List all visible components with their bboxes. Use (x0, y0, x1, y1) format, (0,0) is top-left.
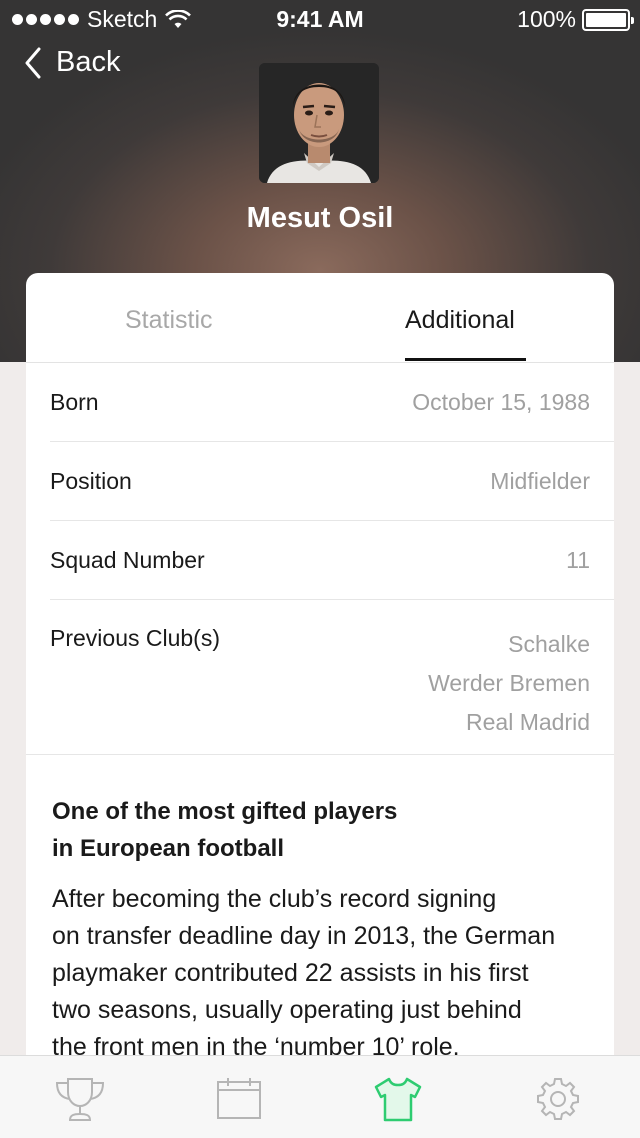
tab-additional[interactable]: Additional (405, 306, 515, 335)
previous-club: Real Madrid (466, 709, 590, 735)
position-value: Midfielder (490, 468, 590, 494)
segmented-tabs: Statistic Additional (26, 273, 614, 363)
tab-bar-trophy[interactable] (54, 1076, 106, 1122)
previous-club: Werder Bremen (428, 670, 590, 696)
bio-body-line: playmaker contributed 22 assists in his … (52, 959, 529, 987)
back-label: Back (56, 46, 121, 78)
shirt-icon (374, 1077, 422, 1122)
tab-statistic[interactable]: Statistic (125, 306, 213, 335)
born-label: Born (50, 389, 99, 415)
tab-bar-calendar[interactable] (213, 1076, 265, 1122)
bio-headline: One of the most gifted players in Europe… (52, 793, 590, 867)
detail-row-previous-clubs: Previous Club(s) Schalke Werder Bremen R… (26, 600, 614, 755)
bio-headline-line: One of the most gifted players (52, 798, 398, 825)
player-bio: One of the most gifted players in Europe… (26, 755, 614, 1066)
back-button[interactable]: Back (24, 46, 120, 79)
battery-icon (582, 8, 634, 31)
trophy-icon (55, 1078, 105, 1121)
squad-number-value: 11 (566, 547, 590, 573)
bio-body-line: two seasons, usually operating just behi… (52, 996, 522, 1024)
status-bar: Sketch 9:41 AM 100% (0, 0, 640, 40)
detail-row-born: Born October 15, 1988 (50, 363, 614, 442)
active-tab-indicator (405, 358, 526, 361)
tab-bar-settings[interactable] (532, 1076, 584, 1122)
calendar-icon (217, 1078, 261, 1119)
born-value: October 15, 1988 (412, 389, 590, 415)
player-name: Mesut Osil (246, 202, 394, 234)
squad-number-label: Squad Number (50, 547, 205, 573)
bio-headline-line: in European football (52, 835, 284, 862)
bio-body-line: After becoming the club’s record signing (52, 885, 497, 913)
previous-club: Schalke (508, 631, 590, 657)
previous-clubs-list: Schalke Werder Bremen Real Madrid (428, 625, 590, 742)
detail-row-squad-number: Squad Number 11 (50, 521, 614, 600)
bio-body: After becoming the club’s record signing… (52, 881, 590, 1066)
gear-icon (537, 1078, 579, 1120)
battery-percentage: 100% (517, 6, 576, 32)
bottom-tab-bar (0, 1055, 640, 1138)
position-label: Position (50, 468, 132, 494)
player-avatar (259, 63, 379, 183)
detail-row-position: Position Midfielder (50, 442, 614, 521)
bio-body-line: on transfer deadline day in 2013, the Ge… (52, 922, 556, 950)
tab-bar-squad[interactable] (372, 1076, 424, 1122)
player-details-card: Statistic Additional Born October 15, 19… (26, 273, 614, 1133)
previous-clubs-label: Previous Club(s) (50, 625, 220, 651)
chevron-left-icon (25, 47, 41, 78)
